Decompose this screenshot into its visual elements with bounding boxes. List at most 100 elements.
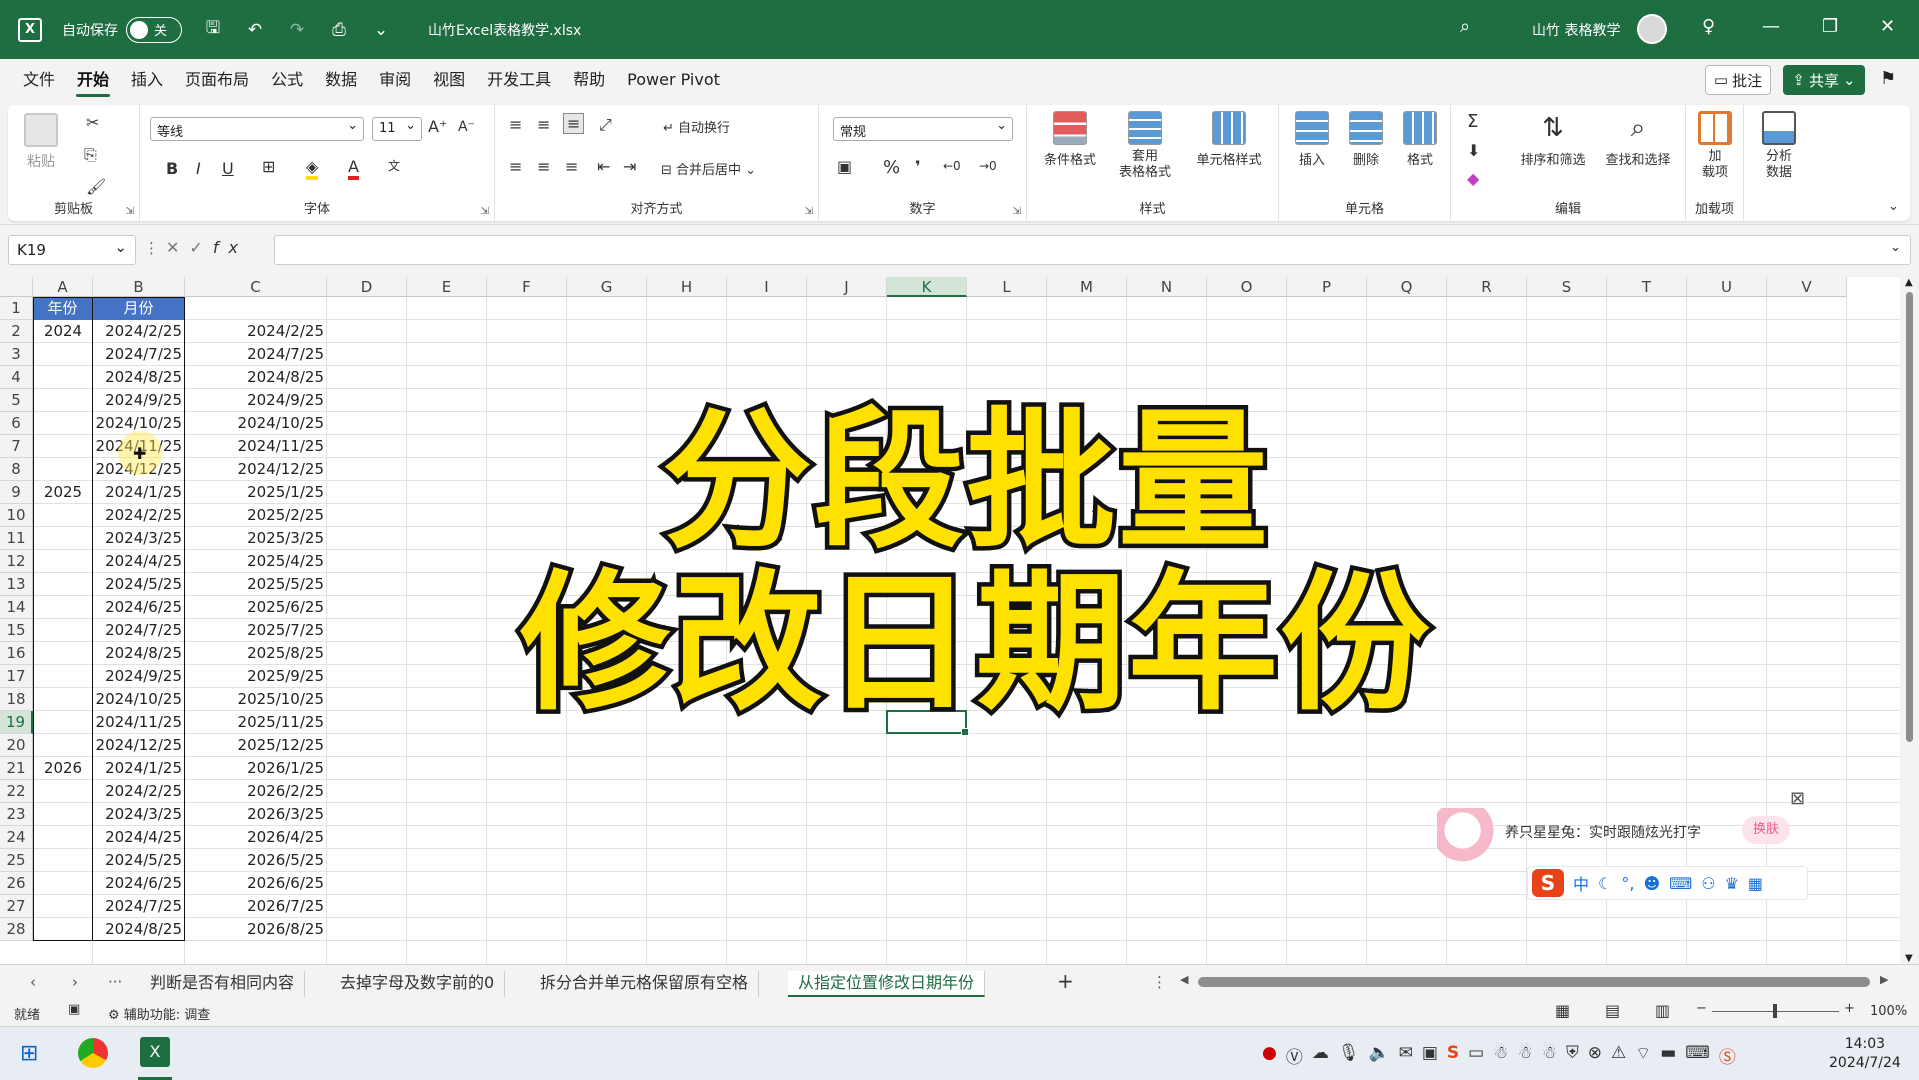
column-header-A[interactable]: A: [33, 277, 93, 297]
record-icon[interactable]: ●: [1262, 1043, 1277, 1068]
autosum-icon[interactable]: Σ: [1467, 111, 1478, 132]
tab-review[interactable]: 审阅: [368, 59, 422, 101]
column-header-E[interactable]: E: [407, 277, 487, 297]
cell[interactable]: 2024/11/25: [185, 435, 327, 458]
clock[interactable]: 14:03 2024/7/24: [1829, 1035, 1901, 1073]
qq-icon[interactable]: ☃: [1493, 1043, 1508, 1068]
align-right-icon[interactable]: ≡: [565, 157, 578, 176]
tab-help[interactable]: 帮助: [562, 59, 616, 101]
cell[interactable]: 2025/12/25: [185, 734, 327, 757]
decrease-indent-icon[interactable]: ⇤: [597, 157, 610, 176]
row-header-13[interactable]: 13: [0, 573, 33, 596]
row-header-12[interactable]: 12: [0, 550, 33, 573]
page-layout-view-icon[interactable]: ▤: [1605, 1001, 1620, 1020]
cell[interactable]: 2024/2/25: [185, 320, 327, 343]
column-header-M[interactable]: M: [1047, 277, 1127, 297]
windows-start-icon[interactable]: ⊞: [20, 1041, 38, 1066]
number-format-select[interactable]: 常规: [833, 117, 1013, 141]
half-width-icon[interactable]: ☾: [1598, 874, 1612, 893]
row-header-17[interactable]: 17: [0, 665, 33, 688]
dialog-launcher-icon[interactable]: ⇲: [1013, 206, 1021, 217]
cell[interactable]: 2025/4/25: [185, 550, 327, 573]
row-header-6[interactable]: 6: [0, 412, 33, 435]
next-sheet-icon[interactable]: ›: [72, 973, 78, 991]
autosave-toggle[interactable]: 关: [126, 16, 182, 43]
avatar[interactable]: [1637, 14, 1667, 44]
wechat-icon[interactable]: ✉: [1399, 1043, 1413, 1068]
row-header-18[interactable]: 18: [0, 688, 33, 711]
row-header-14[interactable]: 14: [0, 596, 33, 619]
collapse-ribbon-icon[interactable]: ⌄: [1888, 199, 1899, 214]
macro-record-icon[interactable]: ▣: [68, 1002, 80, 1017]
cell[interactable]: 2025/2/25: [185, 504, 327, 527]
more-options-icon[interactable]: ⋮: [144, 239, 159, 257]
insert-function-button[interactable]: fx: [213, 238, 248, 257]
delete-cells-button[interactable]: 删除: [1341, 111, 1391, 168]
apps-grid-icon[interactable]: ▦: [1748, 874, 1763, 893]
redo-icon[interactable]: ↷: [286, 20, 308, 40]
enter-icon[interactable]: ✓: [189, 238, 212, 257]
tab-page-layout[interactable]: 页面布局: [174, 59, 260, 101]
tab-data[interactable]: 数据: [314, 59, 368, 101]
cell[interactable]: 2026/1/25: [185, 757, 327, 780]
cell[interactable]: 2025/5/25: [185, 573, 327, 596]
increase-indent-icon[interactable]: ⇥: [623, 157, 636, 176]
increase-decimal-icon[interactable]: ←0: [943, 159, 961, 173]
zoom-level[interactable]: 100%: [1870, 1004, 1907, 1019]
paste-button[interactable]: 粘贴: [22, 113, 60, 171]
ime-mode[interactable]: 中: [1573, 871, 1589, 895]
tab-home[interactable]: 开始: [66, 59, 120, 101]
restore-icon[interactable]: ❐: [1822, 16, 1838, 37]
italic-button[interactable]: I: [196, 159, 201, 178]
more-sheets-icon[interactable]: ···: [108, 973, 122, 991]
scroll-down-icon[interactable]: ▼: [1905, 953, 1913, 964]
undo-icon[interactable]: ↶: [244, 20, 266, 40]
sogou-tray-icon[interactable]: S: [1447, 1043, 1459, 1068]
format-cells-button[interactable]: 格式: [1395, 111, 1445, 168]
cell[interactable]: 2026/5/25: [185, 849, 327, 872]
row-header-21[interactable]: 21: [0, 757, 33, 780]
merge-center-button[interactable]: ⊟ 合并后居中 ⌄: [661, 159, 756, 178]
column-header-J[interactable]: J: [807, 277, 887, 297]
decrease-font-icon[interactable]: A⁻: [458, 119, 475, 135]
wrap-text-button[interactable]: ↵ 自动换行: [663, 117, 730, 136]
bold-button[interactable]: B: [166, 159, 178, 178]
file-name[interactable]: 山竹Excel表格教学.xlsx: [428, 20, 581, 40]
cell[interactable]: 2026/3/25: [185, 803, 327, 826]
scroll-left-icon[interactable]: ◀: [1180, 973, 1188, 986]
font-name-select[interactable]: 等线: [150, 117, 364, 141]
column-header-L[interactable]: L: [967, 277, 1047, 297]
row-header-19[interactable]: 19: [0, 711, 33, 734]
row-header-9[interactable]: 9: [0, 481, 33, 504]
close-icon[interactable]: ✕: [1880, 16, 1895, 37]
increase-font-icon[interactable]: A⁺: [428, 117, 447, 136]
clear-icon[interactable]: ◆: [1467, 169, 1479, 188]
cell-styles-button[interactable]: 单元格样式: [1185, 111, 1273, 168]
orientation-icon[interactable]: ⤢: [599, 115, 612, 135]
minimize-icon[interactable]: —: [1762, 16, 1780, 37]
border-icon[interactable]: ⊞: [262, 157, 275, 176]
column-header-N[interactable]: N: [1127, 277, 1207, 297]
row-header-10[interactable]: 10: [0, 504, 33, 527]
tab-power-pivot[interactable]: Power Pivot: [616, 59, 731, 101]
sogou-logo-icon[interactable]: S: [1532, 869, 1564, 897]
skin-shirt-icon[interactable]: ♛: [1725, 874, 1739, 893]
row-header-1[interactable]: 1: [0, 297, 33, 320]
sheet-tab[interactable]: 判断是否有相同内容: [140, 971, 306, 997]
row-header-20[interactable]: 20: [0, 734, 33, 757]
cut-icon[interactable]: ✂: [86, 113, 99, 132]
column-header-C[interactable]: C: [185, 277, 327, 297]
column-header-V[interactable]: V: [1767, 277, 1847, 297]
dialog-launcher-icon[interactable]: ⇲: [481, 206, 489, 217]
tab-view[interactable]: 视图: [422, 59, 476, 101]
fill-icon[interactable]: ⬇: [1467, 141, 1480, 160]
page-break-view-icon[interactable]: ▥: [1655, 1001, 1670, 1020]
close-icon[interactable]: ⊠: [1790, 788, 1805, 809]
row-header-8[interactable]: 8: [0, 458, 33, 481]
tray-app-icon[interactable]: ▣: [1422, 1043, 1438, 1068]
column-header-D[interactable]: D: [327, 277, 407, 297]
sheet-tab[interactable]: 拆分合并单元格保留原有空格: [530, 971, 760, 997]
cell[interactable]: 2026/4/25: [185, 826, 327, 849]
sheet-tab-options-icon[interactable]: ⋮: [1152, 973, 1167, 991]
column-header-U[interactable]: U: [1687, 277, 1767, 297]
